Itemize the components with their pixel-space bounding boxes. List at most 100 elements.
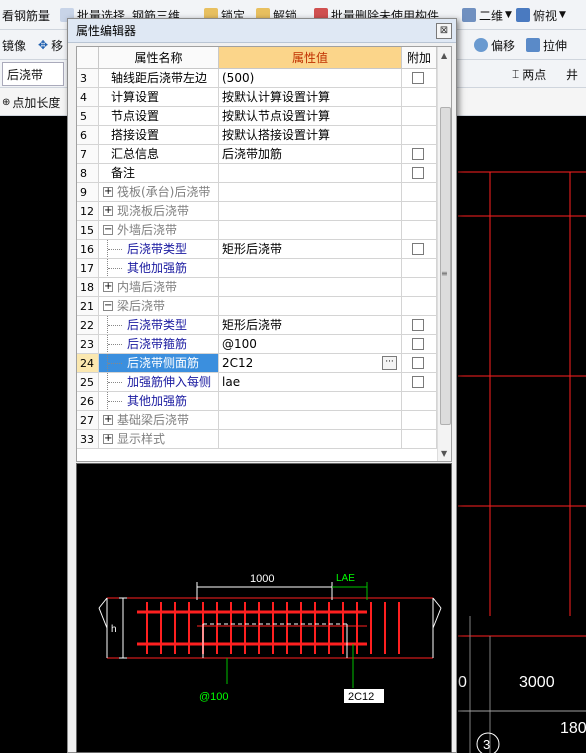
- property-name-cell[interactable]: + 内墙后浇带: [99, 278, 219, 297]
- property-name-cell[interactable]: 后浇带箍筋: [99, 335, 219, 354]
- property-value-cell[interactable]: [219, 202, 402, 221]
- property-value-cell[interactable]: [219, 278, 402, 297]
- table-row[interactable]: 18 + 内墙后浇带: [77, 278, 437, 297]
- attach-cell: [402, 107, 437, 126]
- property-value-cell[interactable]: [219, 259, 402, 278]
- attach-checkbox[interactable]: [412, 148, 424, 160]
- app-window: 看钢筋量 批量选择 钢筋三维 锁定 解锁 批量删除未使用构件 二维 ▼ 俯视 ▼ 镜…: [0, 0, 586, 753]
- property-name-cell[interactable]: 加强筋伸入每侧: [99, 373, 219, 392]
- property-name-cell[interactable]: 后浇带类型: [99, 316, 219, 335]
- table-row[interactable]: 8 备注: [77, 164, 437, 183]
- property-name-cell[interactable]: + 显示样式: [99, 430, 219, 449]
- grid-scrollbar[interactable]: ▲ ≡ ▼: [437, 47, 451, 461]
- property-name-cell[interactable]: + 现浇板后浇带: [99, 202, 219, 221]
- tool-two-points[interactable]: ⌶ 两点: [512, 62, 546, 86]
- header-attach[interactable]: 附加: [402, 47, 437, 69]
- property-value-cell[interactable]: 后浇带加筋: [219, 145, 402, 164]
- property-value-cell[interactable]: [219, 430, 402, 449]
- scroll-down-icon[interactable]: ▼: [441, 449, 447, 458]
- property-value-cell[interactable]: 按默认节点设置计算: [219, 107, 402, 126]
- tool-2d[interactable]: 二维 ▼: [462, 3, 512, 27]
- table-row[interactable]: 3 轴线距后浇带左边 (500): [77, 69, 437, 88]
- tool-grid[interactable]: 井: [566, 62, 578, 86]
- property-value-cell[interactable]: [219, 297, 402, 316]
- property-name-cell[interactable]: 后浇带侧面筋: [99, 354, 219, 373]
- property-value-cell[interactable]: [219, 183, 402, 202]
- property-value-cell[interactable]: @100: [219, 335, 402, 354]
- table-row[interactable]: 21− 梁后浇带: [77, 297, 437, 316]
- property-name-cell[interactable]: 备注: [99, 164, 219, 183]
- table-row[interactable]: 6 搭接设置 按默认搭接设置计算: [77, 126, 437, 145]
- property-name-cell[interactable]: 汇总信息: [99, 145, 219, 164]
- component-combo[interactable]: 后浇带: [2, 62, 64, 86]
- table-row[interactable]: 16 后浇带类型 矩形后浇带: [77, 240, 437, 259]
- close-icon[interactable]: ⊠: [436, 23, 452, 39]
- property-name-cell[interactable]: 其他加强筋: [99, 392, 219, 411]
- property-name-cell[interactable]: + 筏板(承台)后浇带: [99, 183, 219, 202]
- attach-checkbox[interactable]: [412, 72, 424, 84]
- scroll-up-icon[interactable]: ▲: [441, 51, 447, 60]
- expand-icon[interactable]: +: [103, 282, 113, 292]
- row-number: 24: [77, 354, 99, 373]
- table-row[interactable]: 25 加强筋伸入每侧 lae: [77, 373, 437, 392]
- tool-mirror[interactable]: 镜像: [2, 33, 26, 57]
- property-name-cell[interactable]: 搭接设置: [99, 126, 219, 145]
- property-value-cell[interactable]: 2C12 ···: [219, 354, 402, 373]
- expand-icon[interactable]: +: [103, 434, 113, 444]
- attach-checkbox[interactable]: [412, 376, 424, 388]
- property-name-cell[interactable]: − 梁后浇带: [99, 297, 219, 316]
- property-value-cell[interactable]: [219, 392, 402, 411]
- collapse-icon[interactable]: −: [103, 225, 113, 235]
- property-name-cell[interactable]: 轴线距后浇带左边: [99, 69, 219, 88]
- property-value-cell[interactable]: 按默认计算设置计算: [219, 88, 402, 107]
- attach-checkbox[interactable]: [412, 167, 424, 179]
- property-name-cell[interactable]: 节点设置: [99, 107, 219, 126]
- property-name-cell[interactable]: − 外墙后浇带: [99, 221, 219, 240]
- property-value-cell[interactable]: 矩形后浇带: [219, 316, 402, 335]
- header-property-name[interactable]: 属性名称: [99, 47, 219, 69]
- tool-move[interactable]: ✥ 移: [38, 33, 63, 57]
- tool-stretch[interactable]: 拉伸: [526, 33, 567, 57]
- table-row[interactable]: 23 后浇带箍筋 @100: [77, 335, 437, 354]
- expand-icon[interactable]: +: [103, 206, 113, 216]
- property-name-cell[interactable]: 后浇带类型: [99, 240, 219, 259]
- attach-checkbox[interactable]: [412, 357, 424, 369]
- table-row[interactable]: 12 + 现浇板后浇带: [77, 202, 437, 221]
- property-name-cell[interactable]: 其他加强筋: [99, 259, 219, 278]
- header-property-value[interactable]: 属性值: [219, 47, 402, 69]
- tool-point-length[interactable]: ⊕ 点加长度: [2, 90, 60, 114]
- property-value-text: 按默认节点设置计算: [222, 109, 331, 123]
- table-row[interactable]: 26 其他加强筋: [77, 392, 437, 411]
- collapse-icon[interactable]: −: [103, 301, 113, 311]
- property-name-cell[interactable]: + 基础梁后浇带: [99, 411, 219, 430]
- table-row[interactable]: 5 节点设置 按默认节点设置计算: [77, 107, 437, 126]
- tool-offset[interactable]: 偏移: [474, 33, 515, 57]
- table-row[interactable]: 4 计算设置 按默认计算设置计算: [77, 88, 437, 107]
- scrollbar-thumb[interactable]: [440, 107, 451, 425]
- table-row[interactable]: 22 后浇带类型 矩形后浇带: [77, 316, 437, 335]
- property-value-cell[interactable]: (500): [219, 69, 402, 88]
- expand-icon[interactable]: +: [103, 187, 113, 197]
- tool-view-rebar[interactable]: 看钢筋量: [2, 3, 50, 27]
- expand-icon[interactable]: +: [103, 415, 113, 425]
- property-name-cell[interactable]: 计算设置: [99, 88, 219, 107]
- table-row[interactable]: 33 + 显示样式: [77, 430, 437, 449]
- table-row[interactable]: 15− 外墙后浇带: [77, 221, 437, 240]
- table-row[interactable]: 27 + 基础梁后浇带: [77, 411, 437, 430]
- property-value-cell[interactable]: [219, 221, 402, 240]
- attach-checkbox[interactable]: [412, 319, 424, 331]
- property-value-cell[interactable]: [219, 411, 402, 430]
- tool-top-view[interactable]: 俯视 ▼: [516, 3, 566, 27]
- table-row[interactable]: 17 其他加强筋: [77, 259, 437, 278]
- property-value-cell[interactable]: lae: [219, 373, 402, 392]
- property-value-cell[interactable]: 矩形后浇带: [219, 240, 402, 259]
- property-value-cell[interactable]: [219, 164, 402, 183]
- attach-checkbox[interactable]: [412, 338, 424, 350]
- table-row[interactable]: 9 + 筏板(承台)后浇带: [77, 183, 437, 202]
- table-row[interactable]: 24 后浇带侧面筋 2C12 ···: [77, 354, 437, 373]
- table-row[interactable]: 7 汇总信息 后浇带加筋: [77, 145, 437, 164]
- property-value-cell[interactable]: 按默认搭接设置计算: [219, 126, 402, 145]
- ellipsis-button[interactable]: ···: [382, 356, 397, 370]
- attach-checkbox[interactable]: [412, 243, 424, 255]
- property-value-text: 按默认计算设置计算: [222, 90, 331, 104]
